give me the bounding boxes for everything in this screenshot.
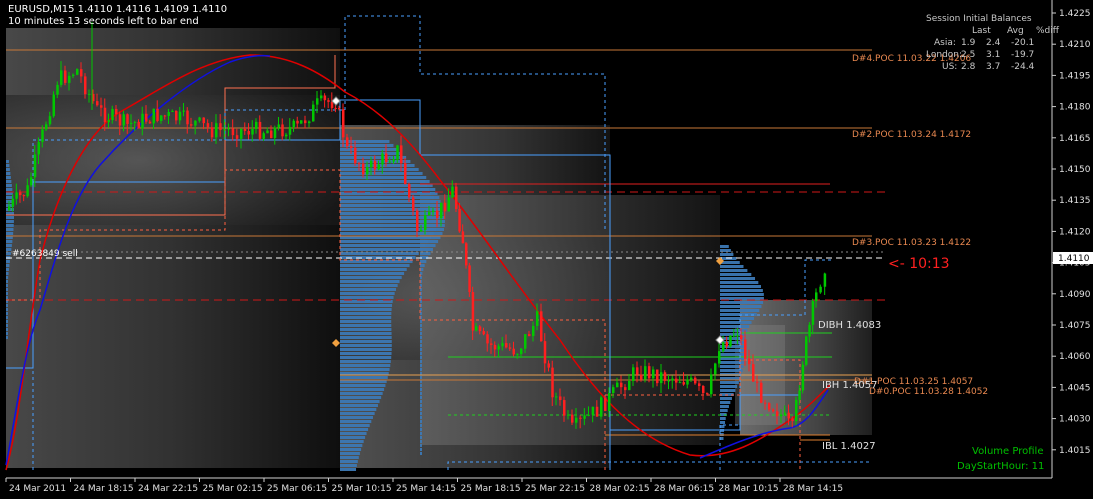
price-tick-label: 1.4090 (1059, 290, 1091, 300)
price-tick-label: 1.4180 (1059, 103, 1091, 113)
bar-timer-text: 10 minutes 13 seconds left to bar end (8, 16, 199, 27)
session-zones (6, 28, 872, 468)
order-label[interactable]: #6263849 sell (12, 249, 78, 259)
price-chart[interactable]: 1.4225 1.4210 1.4195 1.4180 1.4165 1.4150 1.41… (0, 0, 1093, 495)
col-avg: Avg (1007, 26, 1024, 36)
row-asia-diff: -20.1 (1011, 38, 1035, 48)
price-axis[interactable]: 1.4225 1.4210 1.4195 1.4180 1.4165 1.4150 1.41… (1051, 0, 1093, 478)
time-tick-label: 28 Mar 02:15 (590, 484, 650, 494)
time-tick-label: 25 Mar 02:15 (203, 484, 263, 494)
indicator-setting: DayStartHour: 11 (957, 461, 1045, 472)
current-price-label: 1.4110 (1058, 254, 1090, 264)
price-tick-label: 1.4195 (1059, 71, 1091, 81)
time-tick-label: 28 Mar 14:15 (783, 484, 843, 494)
price-tick-label: 1.4210 (1059, 40, 1091, 50)
chart-area[interactable]: 1.4225 1.4210 1.4195 1.4180 1.4165 1.4150 1.41… (0, 0, 1093, 495)
row-london-last: 2.5 (961, 50, 976, 60)
row-us-avg: 3.7 (986, 62, 1001, 72)
bar-countdown: <- 10:13 (888, 256, 950, 272)
time-tick-label: 24 Mar 22:15 (138, 484, 198, 494)
price-tick-label: 1.4150 (1059, 165, 1091, 175)
col-last: Last (972, 26, 991, 36)
d3-poc-label: D#3.POC 11.03.23 1.4122 (852, 238, 971, 248)
price-tick-label: 1.4120 (1059, 227, 1091, 237)
indicator-name: Volume Profile (972, 446, 1044, 457)
time-tick-label: 28 Mar 06:15 (654, 484, 714, 494)
ibl-label: IBL 1.4027 (822, 441, 876, 452)
time-axis[interactable]: 24 Mar 2011 24 Mar 18:15 24 Mar 22:15 25 Ma… (5, 477, 1052, 494)
row-us-session: US: (942, 62, 958, 72)
row-asia-last: 1.9 (961, 38, 976, 48)
price-tick-label: 1.4030 (1059, 415, 1091, 425)
row-us-last: 2.8 (961, 62, 976, 72)
price-tick-label: 1.4045 (1059, 383, 1091, 393)
time-tick-label: 25 Mar 06:15 (267, 484, 327, 494)
time-tick-label: 25 Mar 10:15 (332, 484, 392, 494)
time-tick-label: 25 Mar 18:15 (461, 484, 521, 494)
price-tick-label: 1.4225 (1059, 9, 1091, 19)
price-tick-label: 1.4015 (1059, 446, 1091, 456)
d2-poc-label: D#2.POC 11.03.24 1.4172 (852, 130, 971, 140)
price-tick-label: 1.4060 (1059, 352, 1091, 362)
price-tick-label: 1.4135 (1059, 196, 1091, 206)
time-tick-label: 25 Mar 22:15 (525, 484, 585, 494)
row-london-session: London: (926, 50, 963, 60)
row-london-diff: -19.7 (1011, 50, 1035, 60)
row-london-avg: 3.1 (986, 50, 1001, 60)
symbol-info: EURUSD,M15 1.4110 1.4116 1.4109 1.4110 (8, 4, 228, 15)
dibh-label: DIBH 1.4083 (818, 320, 881, 331)
price-tick-label: 1.4075 (1059, 321, 1091, 331)
time-tick-label: 28 Mar 10:15 (719, 484, 779, 494)
time-tick-label: 24 Mar 2011 (9, 484, 66, 494)
row-asia-session: Asia: (934, 38, 956, 48)
price-tick-label: 1.4165 (1059, 134, 1091, 144)
session-balances-title: Session Initial Balances (926, 14, 1032, 24)
d0-poc-label: D#0.POC 11.03.28 1.4052 (869, 387, 988, 397)
ibh-label: IBH 1.4057 (822, 380, 878, 391)
time-tick-label: 25 Mar 14:15 (396, 484, 456, 494)
row-asia-avg: 2.4 (986, 38, 1001, 48)
time-tick-label: 24 Mar 18:15 (74, 484, 134, 494)
row-us-diff: -24.4 (1011, 62, 1035, 72)
col-diff: %diff (1036, 26, 1059, 36)
